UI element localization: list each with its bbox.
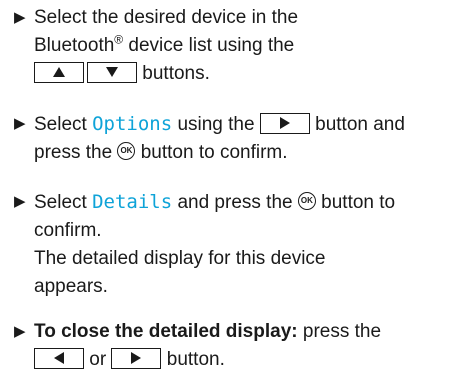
right-arrow-button-icon	[111, 347, 162, 369]
step3-text-cont2: button to	[321, 192, 396, 213]
instruction-page: ▶ Select the desired device in the Bluet…	[0, 0, 466, 376]
step2-text-end: button to confirm.	[140, 142, 288, 163]
options-menu-label: Options	[92, 113, 173, 135]
step-close-display: ▶ To close the detailed display: press t…	[14, 318, 460, 374]
step4-text-or: or	[89, 349, 107, 370]
step-bullet: ▶	[14, 323, 26, 340]
step3-result-end: appears.	[34, 276, 108, 297]
step1-text: Select the desired device in the	[34, 7, 299, 28]
step2-text: Select	[34, 114, 87, 135]
step2-text-cont: using the	[177, 114, 255, 135]
step4-text-end: button.	[166, 349, 225, 370]
ok-button-icon: OK	[117, 142, 136, 161]
up-arrow-button-icon	[34, 61, 84, 83]
step1-text-cont: device list using the	[128, 35, 295, 56]
step3-text: Select	[34, 192, 87, 213]
step-bullet: ▶	[14, 9, 26, 26]
bluetooth-text: Bluetooth	[34, 35, 115, 56]
registered-mark: ®	[114, 32, 124, 47]
left-arrow-button-icon	[34, 347, 84, 369]
step4-heading: To close the detailed display:	[34, 321, 298, 342]
step-select-details: ▶ Select Details and press the OK button…	[14, 188, 460, 301]
step3-result: The detailed display for this device	[34, 248, 326, 269]
step4-text: press the	[302, 321, 382, 342]
step3-text-line2: confirm.	[34, 220, 102, 241]
step2-text-cont2: button and	[315, 114, 405, 135]
details-menu-label: Details	[92, 191, 173, 213]
ok-button-icon: OK	[297, 192, 316, 211]
step1-text-end: buttons.	[142, 63, 210, 84]
down-arrow-button-icon	[87, 61, 137, 83]
step3-text-cont: and press the	[177, 192, 293, 213]
right-arrow-button-icon	[259, 112, 310, 134]
step-bullet: ▶	[14, 115, 26, 132]
step-select-device: ▶ Select the desired device in the Bluet…	[14, 4, 460, 88]
step2-text-line2: press the	[34, 142, 113, 163]
step-select-options: ▶ Select Options using the button and pr…	[14, 110, 460, 167]
step-bullet: ▶	[14, 193, 26, 210]
